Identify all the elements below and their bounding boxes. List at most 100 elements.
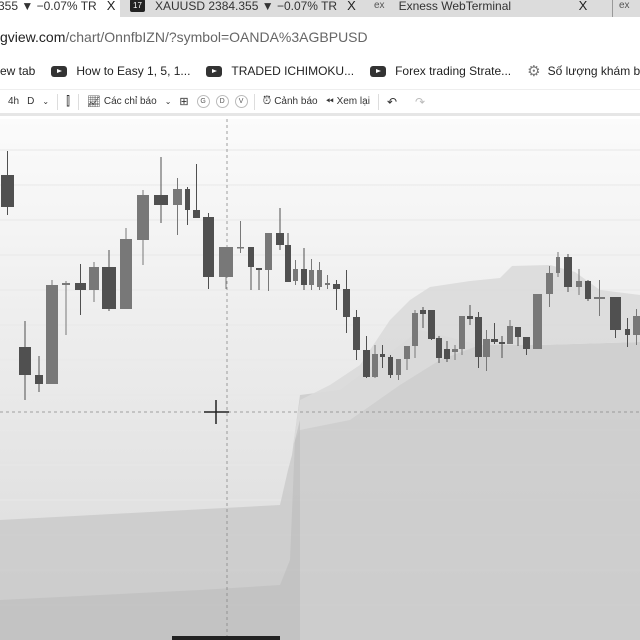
chevron-down-icon[interactable]: ⌄ bbox=[165, 97, 172, 106]
candle-body bbox=[436, 338, 442, 358]
youtube-icon bbox=[370, 65, 387, 77]
candle bbox=[533, 294, 542, 349]
candle-body bbox=[585, 281, 591, 299]
indicators-button[interactable]: 📈︎ Các chỉ báo bbox=[87, 95, 157, 108]
tab-gbpusd[interactable]: 355 ▼ −0.07% TR X bbox=[0, 0, 120, 17]
address-bar[interactable]: gview.com/chart/OnnfbIZN/?symbol=OANDA%3… bbox=[0, 17, 640, 53]
time-scrollbar[interactable] bbox=[172, 636, 280, 640]
bookmark-label: Số lượng khám bện... bbox=[547, 64, 640, 78]
candle-body bbox=[19, 347, 31, 375]
indicators-label: Các chỉ báo bbox=[103, 96, 157, 107]
bookmark-video-1[interactable]: How to Easy 1, 5, 1... bbox=[51, 64, 190, 78]
candle-body bbox=[515, 327, 521, 337]
replay-button[interactable]: ⏪︎ Xem lại bbox=[326, 96, 370, 107]
close-icon[interactable]: X bbox=[347, 0, 356, 13]
chart-toolbar: 4h D ⌄ ⫿ 📈︎ Các chỉ báo ⌄ ⊞ G D V ⏰︎ Cảnh … bbox=[0, 89, 640, 116]
candle-body bbox=[285, 245, 291, 282]
candle-body bbox=[564, 257, 572, 287]
candle-body bbox=[353, 317, 360, 350]
candle-body bbox=[173, 189, 182, 205]
alarm-clock-icon: ⏰︎ bbox=[262, 95, 272, 107]
youtube-icon bbox=[51, 65, 68, 77]
candle-body bbox=[1, 175, 14, 207]
candle bbox=[120, 228, 132, 309]
exness-icon: ex bbox=[374, 0, 385, 11]
replay-label: Xem lại bbox=[336, 96, 370, 107]
candle-body bbox=[154, 195, 168, 205]
divider bbox=[253, 93, 255, 110]
candle-body bbox=[412, 313, 418, 346]
candle-body bbox=[363, 350, 370, 377]
candle-body bbox=[276, 233, 284, 245]
tab-exness[interactable]: ex Exness WebTerminal X bbox=[374, 0, 604, 17]
candle-body bbox=[102, 267, 116, 309]
close-icon[interactable]: X bbox=[579, 0, 588, 13]
candle-body bbox=[265, 233, 272, 270]
exness-icon: ex bbox=[619, 0, 630, 11]
candle-body bbox=[35, 375, 43, 384]
candle-body bbox=[46, 285, 58, 384]
candle-body bbox=[293, 269, 298, 281]
candle-body bbox=[325, 283, 330, 285]
candle-body bbox=[137, 195, 149, 240]
divider bbox=[57, 93, 59, 110]
close-icon[interactable]: X bbox=[107, 0, 116, 13]
candle-body bbox=[467, 316, 473, 319]
circle-v-button[interactable]: V bbox=[234, 95, 248, 108]
bookmark-label: Forex trading Strate... bbox=[395, 64, 512, 78]
candle-body bbox=[301, 269, 307, 285]
url-path: /chart/OnnfbIZN/?symbol=OANDA%3AGBPUSD bbox=[65, 29, 368, 45]
candle-body bbox=[203, 217, 214, 277]
candle-body bbox=[420, 310, 426, 314]
interval-d[interactable]: D bbox=[27, 96, 34, 107]
candle-body bbox=[120, 239, 132, 309]
layouts-icon[interactable]: ⊞ bbox=[179, 95, 188, 108]
circle-d-button[interactable]: D bbox=[215, 95, 229, 108]
chevron-down-icon[interactable]: ⌄ bbox=[42, 97, 49, 106]
tab-exness-2[interactable]: ex bbox=[612, 0, 640, 17]
candle bbox=[585, 280, 591, 301]
candle bbox=[388, 355, 393, 378]
candle-body bbox=[185, 189, 190, 210]
bookmark-site[interactable]: ⚙ Số lượng khám bện... bbox=[527, 62, 640, 80]
candle-body bbox=[372, 354, 378, 377]
candle-body bbox=[333, 284, 340, 289]
candle-body bbox=[475, 317, 482, 357]
bookmark-video-2[interactable]: TRADED ICHIMOKU... bbox=[206, 64, 354, 78]
alerts-button[interactable]: ⏰︎ Cảnh báo bbox=[263, 95, 318, 108]
bookmark-video-3[interactable]: Forex trading Strate... bbox=[370, 64, 511, 78]
candle-body bbox=[248, 247, 254, 267]
candle-body bbox=[404, 346, 410, 359]
rewind-icon: ⏪︎ bbox=[325, 96, 334, 107]
candle bbox=[46, 280, 58, 384]
candle-body bbox=[396, 359, 401, 375]
tab-title: 355 ▼ −0.07% TR bbox=[0, 0, 97, 13]
bookmark-label: How to Easy 1, 5, 1... bbox=[76, 64, 191, 78]
tab-xauusd[interactable]: 17 XAUUSD 2384.355 ▼ −0.07% TR X bbox=[130, 0, 360, 17]
candle-body bbox=[633, 316, 640, 335]
candle-body bbox=[533, 294, 542, 349]
candle bbox=[564, 254, 572, 292]
candle bbox=[428, 310, 435, 340]
circle-g-button[interactable]: G bbox=[196, 95, 210, 108]
candle-body bbox=[193, 210, 200, 218]
candle-body bbox=[89, 267, 99, 290]
candle-body bbox=[309, 270, 314, 285]
candle-body bbox=[317, 270, 322, 287]
price-chart[interactable] bbox=[0, 119, 640, 640]
bookmarks-bar: ew tab How to Easy 1, 5, 1... TRADED ICH… bbox=[0, 53, 640, 89]
tab-title: XAUUSD 2384.355 ▼ −0.07% TR bbox=[155, 0, 338, 13]
undo-icon[interactable]: ↶ bbox=[387, 95, 397, 109]
candle-type-icon[interactable]: ⫿ bbox=[66, 94, 70, 109]
tradingview-icon: 17 bbox=[130, 0, 145, 12]
candle-body bbox=[256, 268, 262, 270]
candle-body bbox=[507, 326, 513, 344]
candle-body bbox=[62, 283, 70, 285]
candle-body bbox=[594, 297, 605, 299]
interval-4h[interactable]: 4h bbox=[8, 96, 19, 107]
bookmark-new-tab[interactable]: ew tab bbox=[0, 64, 35, 78]
url-domain: gview.com bbox=[0, 29, 66, 45]
indicators-icon: 📈︎ bbox=[86, 96, 101, 108]
candle-body bbox=[388, 357, 393, 375]
redo-icon[interactable]: ↷ bbox=[415, 95, 425, 109]
